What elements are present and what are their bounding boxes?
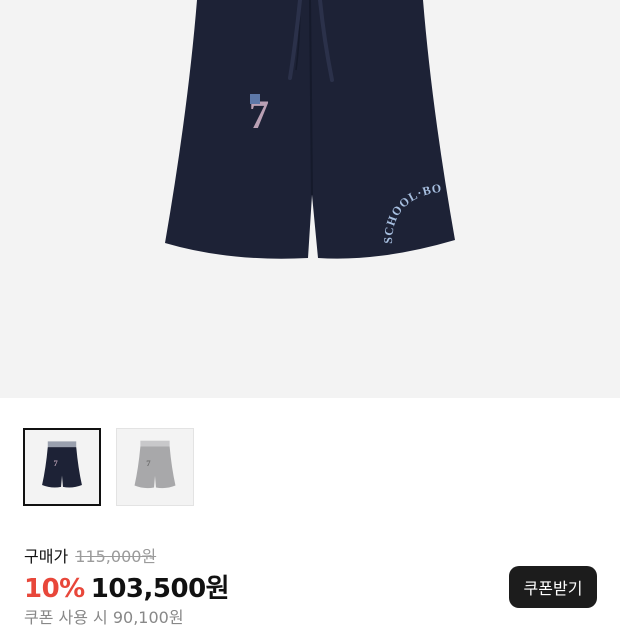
discount-rate: 10% [24,574,85,604]
svg-text:7: 7 [53,458,58,468]
sale-price: 103,500원 [90,574,230,604]
thumbnail-grey[interactable]: 7 [116,428,194,506]
grey-shorts-thumb-image: 7 [134,440,176,489]
thumbnail-navy[interactable]: 7 [23,428,101,506]
purchase-price-label: 구매가 115,000원 [24,543,156,567]
product-hero-image: 7 SCHOOL·BOY [0,0,620,398]
original-price: 115,000원 [75,547,157,566]
price-label-text: 구매가 [24,547,69,566]
coupon-price-note: 쿠폰 사용 시 90,100원 [24,608,184,627]
svg-text:7: 7 [146,458,151,468]
get-coupon-button[interactable]: 쿠폰받기 [509,566,597,608]
navy-shorts-illustration: 7 SCHOOL·BOY [0,0,455,259]
sale-price-row: 10% 103,500원 [24,568,230,605]
navy-shorts-thumb-image: 7 [42,441,82,488]
